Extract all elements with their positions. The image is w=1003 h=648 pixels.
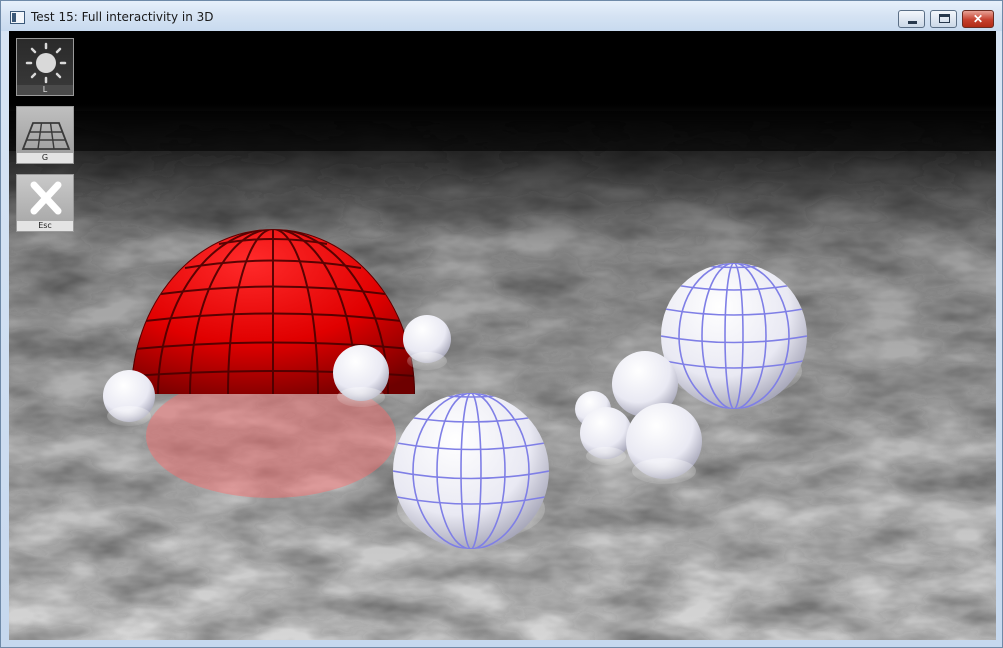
grid-toggle-button[interactable]: G — [16, 106, 74, 164]
small-sphere[interactable] — [580, 407, 632, 465]
light-shortcut-label: L — [17, 85, 73, 95]
title-bar[interactable]: Test 15: Full interactivity in 3D ✕ — [1, 1, 1002, 31]
exit-button[interactable]: Esc — [16, 174, 74, 232]
close-button[interactable]: ✕ — [962, 10, 994, 28]
3d-scene[interactable] — [9, 31, 996, 640]
grid-plane-icon — [21, 122, 71, 150]
large-sphere[interactable] — [393, 393, 549, 549]
maximize-button[interactable] — [930, 10, 957, 28]
small-sphere[interactable] — [403, 315, 451, 370]
minimize-button[interactable] — [898, 10, 925, 28]
window-title: Test 15: Full interactivity in 3D — [31, 10, 214, 24]
exit-shortcut-label: Esc — [17, 221, 73, 231]
sun-icon — [25, 42, 67, 84]
application-window: Test 15: Full interactivity in 3D ✕ L G … — [0, 0, 1003, 648]
app-icon[interactable] — [10, 11, 25, 24]
close-icon: ✕ — [972, 12, 984, 26]
light-toggle-button[interactable]: L — [16, 38, 74, 96]
small-sphere[interactable] — [333, 345, 389, 407]
small-sphere[interactable] — [103, 370, 155, 426]
grid-shortcut-label: G — [17, 153, 73, 163]
large-sphere[interactable] — [661, 263, 807, 409]
maximize-icon — [939, 14, 950, 23]
minimize-icon — [908, 21, 917, 24]
small-sphere[interactable] — [626, 403, 702, 484]
close-x-icon — [30, 181, 62, 215]
3d-viewport[interactable]: L G Esc — [9, 31, 996, 640]
